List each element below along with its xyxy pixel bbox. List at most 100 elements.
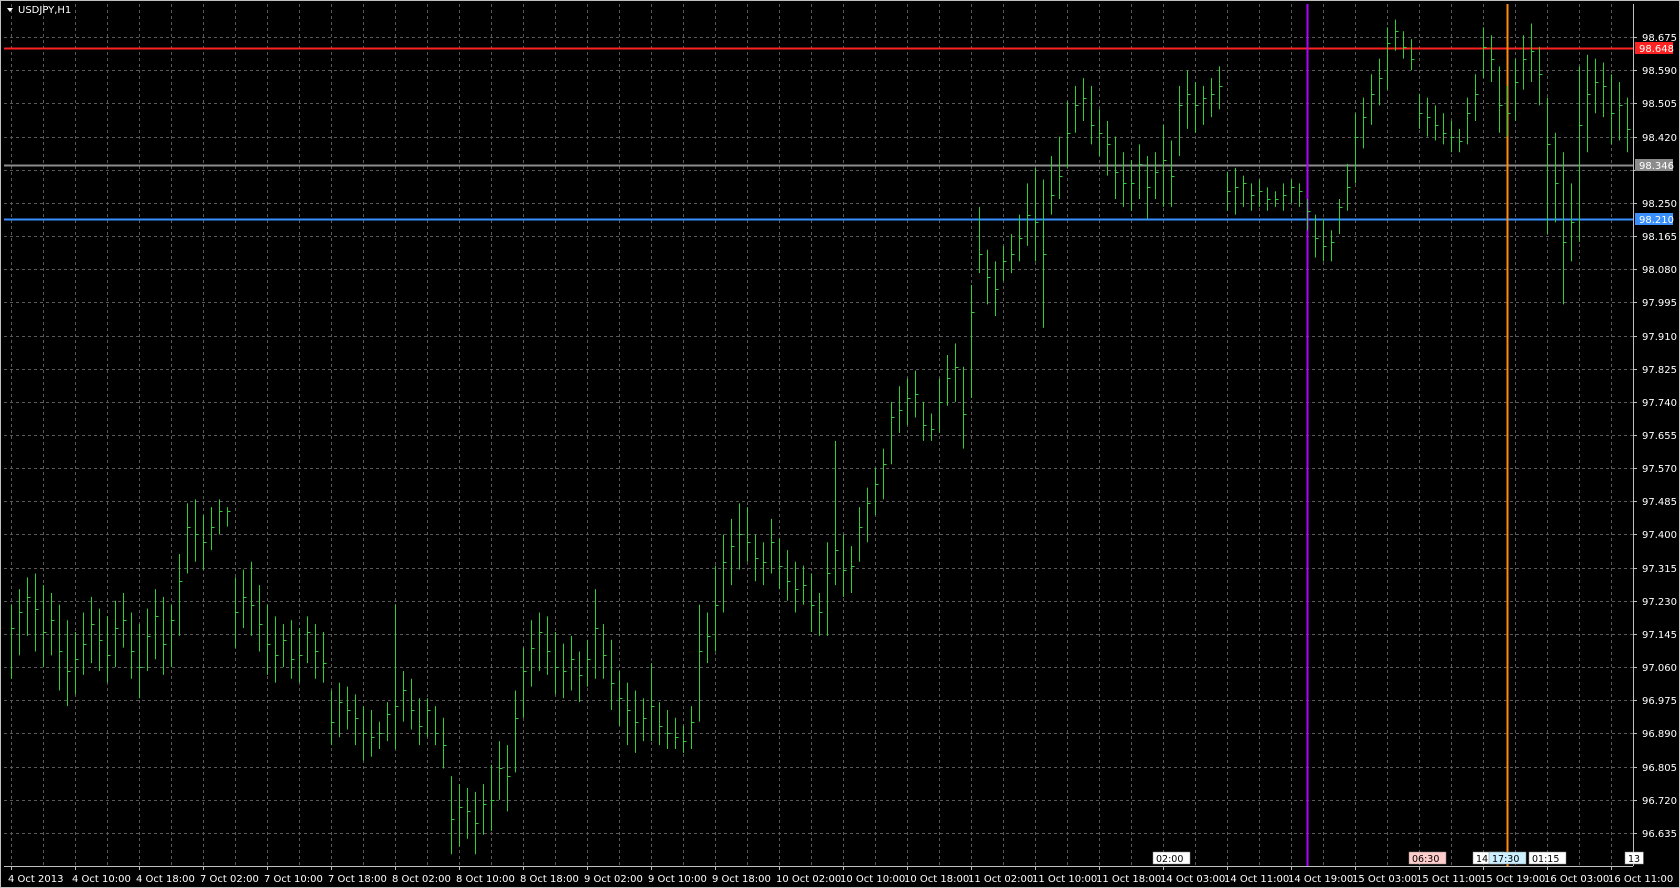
time-tick-label: 4 Oct 10:00 [72, 874, 131, 885]
price-chart[interactable]: 98.67598.59098.50598.42098.25098.16598.0… [0, 0, 1680, 888]
price-bar [723, 534, 727, 613]
chart-title-bar[interactable]: USDJPY,H1 [7, 5, 71, 16]
price-bar [1531, 23, 1535, 83]
price-bar [1275, 191, 1279, 207]
price-tick-label: 98.505 [1642, 99, 1677, 110]
price-bar [1499, 66, 1503, 133]
price-bar [1083, 78, 1087, 122]
price-bar [1419, 93, 1423, 129]
price-bar [139, 624, 143, 699]
price-bar [1371, 74, 1375, 125]
price-bar [83, 612, 87, 675]
price-bar [59, 604, 63, 691]
time-tick-label: 10 Oct 10:00 [840, 874, 905, 885]
price-bar [891, 401, 895, 465]
price-level-tag-label: 98.346 [1639, 161, 1674, 172]
price-bar [1139, 144, 1143, 200]
price-bar [19, 589, 23, 656]
price-bar [355, 694, 359, 746]
price-bar [27, 577, 31, 636]
price-bar [803, 565, 807, 605]
time-tick-label: 11 Oct 18:00 [1096, 874, 1161, 885]
price-bar [435, 706, 439, 746]
price-bar [651, 663, 655, 742]
price-bar [1067, 101, 1071, 168]
price-bar [955, 343, 959, 402]
price-tick-label: 97.825 [1642, 365, 1677, 376]
price-bar [195, 499, 199, 562]
price-bar [1123, 152, 1127, 207]
price-bar [147, 608, 151, 671]
price-bar [691, 706, 695, 749]
price-bar [547, 616, 551, 675]
chart-title: USDJPY,H1 [18, 5, 71, 16]
price-bar [179, 553, 183, 636]
price-bar [307, 616, 311, 664]
price-bar [403, 670, 407, 722]
price-tick-label: 97.145 [1642, 630, 1677, 641]
price-bar [283, 624, 287, 668]
price-bar [795, 561, 799, 613]
price-bar [67, 620, 71, 707]
price-bar [1571, 183, 1575, 262]
price-level-tag-label: 98.210 [1639, 215, 1674, 226]
price-bar [51, 592, 55, 656]
price-bar [1611, 74, 1615, 145]
price-bar [443, 717, 447, 769]
time-tick-label: 15 Oct 11:00 [1416, 874, 1481, 885]
price-bar [379, 721, 383, 749]
price-bar [115, 600, 119, 668]
price-bar [251, 561, 255, 636]
price-bar [499, 741, 503, 800]
price-bar [1219, 66, 1223, 110]
price-bar [1491, 35, 1495, 83]
time-marker-label: 06:30 [1412, 854, 1439, 865]
price-bar [91, 596, 95, 664]
chart-window[interactable]: 98.675 98.590 98.505 98.420 98.250 98.165 98.0… [0, 0, 1680, 888]
price-bar [211, 507, 215, 551]
price-bar [1379, 58, 1383, 106]
price-bar [1107, 121, 1111, 176]
price-bar [411, 678, 415, 730]
price-bar [699, 604, 703, 722]
price-bar [635, 690, 639, 753]
price-bar [259, 585, 263, 652]
price-bar [475, 791, 479, 855]
price-bar [387, 702, 391, 742]
price-bar [539, 612, 543, 671]
price-bar [459, 784, 463, 847]
price-bar [155, 589, 159, 660]
time-markers: 02:00 06:30 14:117:30 01:15 13 [1152, 851, 1644, 865]
price-bar [883, 448, 887, 500]
price-bar [611, 639, 615, 710]
price-bar [1003, 245, 1007, 281]
price-bar [1579, 66, 1583, 242]
price-bar [771, 518, 775, 574]
price-bar [963, 366, 967, 449]
price-bar [107, 616, 111, 683]
time-tick-label: 14 Oct 19:00 [1288, 874, 1353, 885]
price-bar [43, 585, 47, 668]
price-bar [1387, 27, 1391, 90]
price-tick-label: 97.485 [1642, 497, 1677, 508]
price-bar [1187, 70, 1191, 129]
triangle-down-icon[interactable] [7, 8, 13, 12]
time-tick-label: 7 Oct 10:00 [264, 874, 323, 885]
price-bar [451, 776, 455, 855]
price-bar [627, 682, 631, 746]
price-bar [763, 542, 767, 586]
price-bar [491, 764, 495, 831]
price-bar [1595, 58, 1599, 114]
price-bar [659, 702, 663, 746]
price-bar [755, 534, 759, 582]
price-bar [819, 592, 823, 636]
price-bar [1059, 136, 1063, 200]
price-bar [275, 616, 279, 683]
price-bar [227, 507, 231, 527]
time-tick-label: 4 Oct 2013 [8, 874, 63, 885]
price-bar [667, 709, 671, 749]
price-bar [1243, 175, 1247, 207]
price-bar [1019, 214, 1023, 262]
price-bar [1323, 218, 1327, 262]
time-tick-label: 9 Oct 02:00 [584, 874, 643, 885]
